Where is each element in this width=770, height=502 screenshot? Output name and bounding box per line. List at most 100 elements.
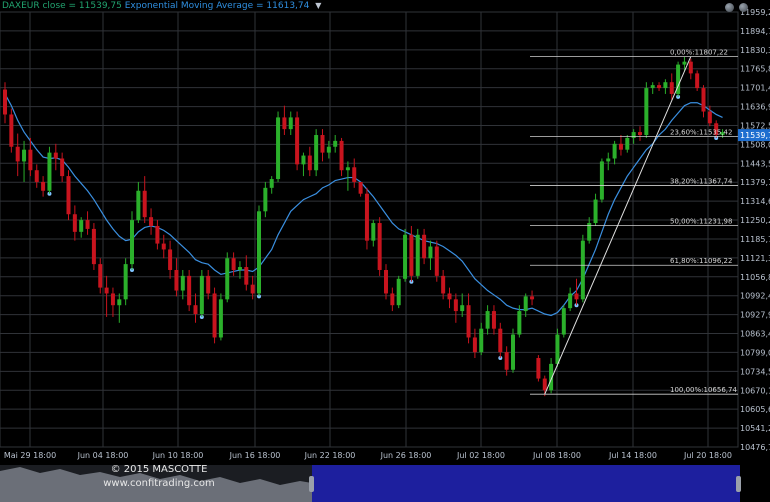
candle[interactable] [130,211,134,270]
candle[interactable] [358,181,363,197]
candle[interactable] [149,208,154,235]
candle[interactable] [22,140,27,182]
candle[interactable] [180,269,185,300]
candle[interactable] [257,205,261,297]
candle[interactable] [193,293,198,323]
candle[interactable] [269,176,274,194]
candle[interactable] [142,176,147,224]
candle[interactable] [199,269,204,317]
candle[interactable] [460,293,465,317]
candle[interactable] [79,217,84,238]
candle[interactable] [47,146,52,194]
candle[interactable] [307,146,312,177]
candle[interactable] [3,82,7,124]
candle[interactable] [701,85,706,118]
candle[interactable] [618,135,623,156]
candle[interactable] [212,287,217,344]
candle[interactable] [422,228,427,265]
candle[interactable] [41,176,46,197]
fibonacci-retracement[interactable]: 0,00%:11807,22 23,60%:11535,42 38,20%:1136… [530,49,738,395]
candle[interactable] [339,137,344,177]
candle[interactable] [104,275,109,317]
candle[interactable] [580,234,585,303]
candle[interactable] [301,152,306,177]
candle[interactable] [98,258,103,294]
candle[interactable] [161,234,166,259]
candle[interactable] [371,220,376,247]
candle[interactable] [428,240,433,270]
candle[interactable] [320,129,325,162]
candle[interactable] [34,164,39,188]
candle[interactable] [218,293,223,341]
candle[interactable] [447,287,452,309]
candle[interactable] [657,82,662,92]
candle[interactable] [491,305,496,335]
candle[interactable] [530,290,535,306]
candle[interactable] [466,293,471,344]
candle[interactable] [288,111,293,136]
candle[interactable] [663,79,668,94]
candle[interactable] [206,269,211,300]
candle[interactable] [688,58,693,80]
scroll-handle-right[interactable] [736,476,741,492]
candle[interactable] [561,305,566,338]
candle[interactable] [295,111,300,171]
candle[interactable] [441,269,446,300]
candle[interactable] [53,143,58,171]
candle[interactable] [434,240,439,282]
candle[interactable] [15,133,20,177]
candle[interactable] [612,140,617,165]
candle[interactable] [403,228,408,282]
candle[interactable] [396,275,401,309]
candle[interactable] [638,126,642,141]
candle[interactable] [276,111,281,182]
candle[interactable] [237,261,242,279]
candle[interactable] [66,170,71,221]
window-restore-button[interactable] [725,3,734,12]
candle[interactable] [625,135,630,153]
candle[interactable] [282,105,287,136]
candle[interactable] [568,287,573,312]
candle[interactable] [72,205,77,241]
candle[interactable] [390,287,395,312]
candle[interactable] [244,255,249,291]
candle[interactable] [599,158,604,203]
candle[interactable] [523,293,528,317]
candle[interactable] [384,264,388,300]
candle[interactable] [695,70,700,92]
candle[interactable] [85,211,90,235]
candle[interactable] [117,293,122,323]
window-close-button[interactable] [739,3,748,12]
candle[interactable] [110,287,115,317]
legend-series-close[interactable]: DAXEUR close = 11539,75 [2,1,122,11]
legend-series-ema[interactable]: Exponential Moving Average = 11613,74 [125,1,310,11]
candle[interactable] [669,73,674,100]
candle[interactable] [187,269,192,312]
candle[interactable] [511,328,515,373]
candle[interactable] [536,355,541,382]
dax-candlestick-chart[interactable]: 0,00%:11807,22 23,60%:11535,42 38,20%:1136… [0,0,770,502]
candle[interactable] [91,223,96,270]
candle[interactable] [676,61,681,97]
candle[interactable] [9,108,14,153]
scroll-visible-range[interactable] [312,465,740,502]
scroll-handle-left[interactable] [309,476,314,492]
candle[interactable] [123,258,128,306]
candle[interactable] [587,217,592,244]
candle[interactable] [168,240,173,279]
candle[interactable] [155,220,160,250]
legend-dropdown-icon[interactable]: ▼ [315,1,321,10]
candle[interactable] [136,181,141,224]
candle[interactable] [314,129,319,177]
candle[interactable] [333,135,338,153]
candle[interactable] [263,181,268,218]
candle[interactable] [60,152,65,182]
candle[interactable] [453,293,458,323]
candle[interactable] [377,217,382,276]
candle[interactable] [606,152,611,171]
candle[interactable] [479,322,484,356]
candle[interactable] [364,187,369,250]
candle[interactable] [345,161,350,191]
candle[interactable] [485,305,490,335]
candle[interactable] [644,82,649,138]
